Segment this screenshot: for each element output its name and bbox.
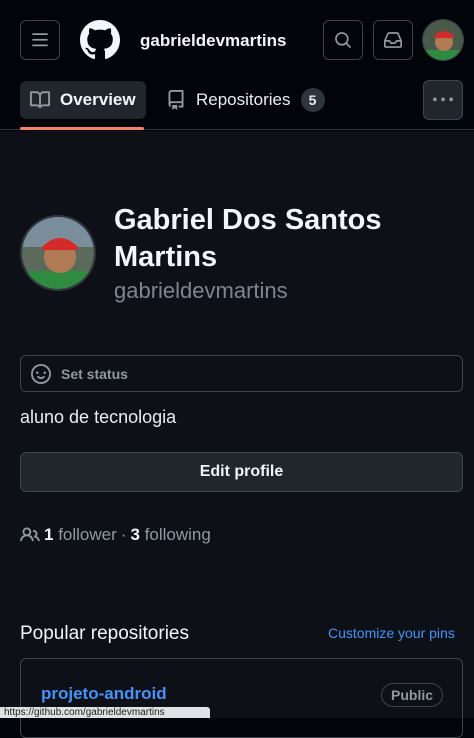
avatar	[423, 20, 463, 60]
repositories-counter: 5	[300, 88, 325, 112]
menu-button[interactable]	[20, 20, 60, 60]
people-icon	[20, 527, 40, 542]
customize-pins-link[interactable]: Customize your pins	[328, 625, 455, 641]
top-bar: gabrieldevmartins Overview Repositories …	[0, 0, 474, 130]
repo-name-link[interactable]: projeto-android	[41, 684, 167, 704]
following-link[interactable]: 3 following	[130, 525, 210, 545]
profile-fullname: Gabriel Dos Santos Martins	[114, 204, 382, 273]
user-avatar-menu[interactable]	[422, 19, 464, 61]
follow-stats: 1 follower · 3 following	[20, 525, 211, 545]
followers-count: 1	[44, 525, 54, 544]
active-tab-indicator	[20, 127, 144, 130]
tab-repositories-label: Repositories	[196, 90, 291, 109]
profile-login: gabrieldevmartins	[114, 278, 288, 303]
header-username[interactable]: gabrieldevmartins	[140, 31, 286, 51]
smiley-icon	[31, 363, 51, 384]
search-button[interactable]	[323, 20, 363, 60]
search-icon	[335, 32, 351, 48]
popular-repositories-heading: Popular repositories	[20, 623, 189, 644]
github-logo-icon[interactable]	[80, 20, 120, 60]
link-url-status: https://github.com/gabrieldevmartins	[0, 707, 210, 718]
following-label: following	[144, 525, 211, 544]
following-count: 3	[130, 525, 140, 544]
repo-icon	[166, 90, 186, 110]
inbox-button[interactable]	[373, 20, 413, 60]
more-options-button[interactable]	[423, 80, 463, 120]
profile-bio: aluno de tecnologia	[20, 407, 177, 427]
follow-separator: ·	[120, 525, 127, 544]
repo-card: projeto-android Public	[20, 658, 463, 738]
followers-link[interactable]: 1 follower	[44, 525, 117, 545]
tab-overview-label: Overview	[60, 90, 136, 109]
edit-profile-button[interactable]: Edit profile	[20, 452, 463, 492]
kebab-horizontal-icon	[433, 97, 453, 102]
profile-avatar[interactable]	[20, 215, 96, 291]
book-icon	[30, 90, 50, 110]
hamburger-icon	[32, 33, 48, 47]
inbox-icon	[384, 32, 402, 48]
set-status-label: Set status	[61, 365, 128, 382]
set-status-button[interactable]: Set status	[20, 355, 463, 392]
followers-label: follower	[58, 525, 117, 544]
tab-repositories[interactable]: Repositories 5	[156, 81, 335, 119]
tab-overview[interactable]: Overview	[20, 81, 146, 119]
visibility-badge: Public	[381, 683, 444, 707]
